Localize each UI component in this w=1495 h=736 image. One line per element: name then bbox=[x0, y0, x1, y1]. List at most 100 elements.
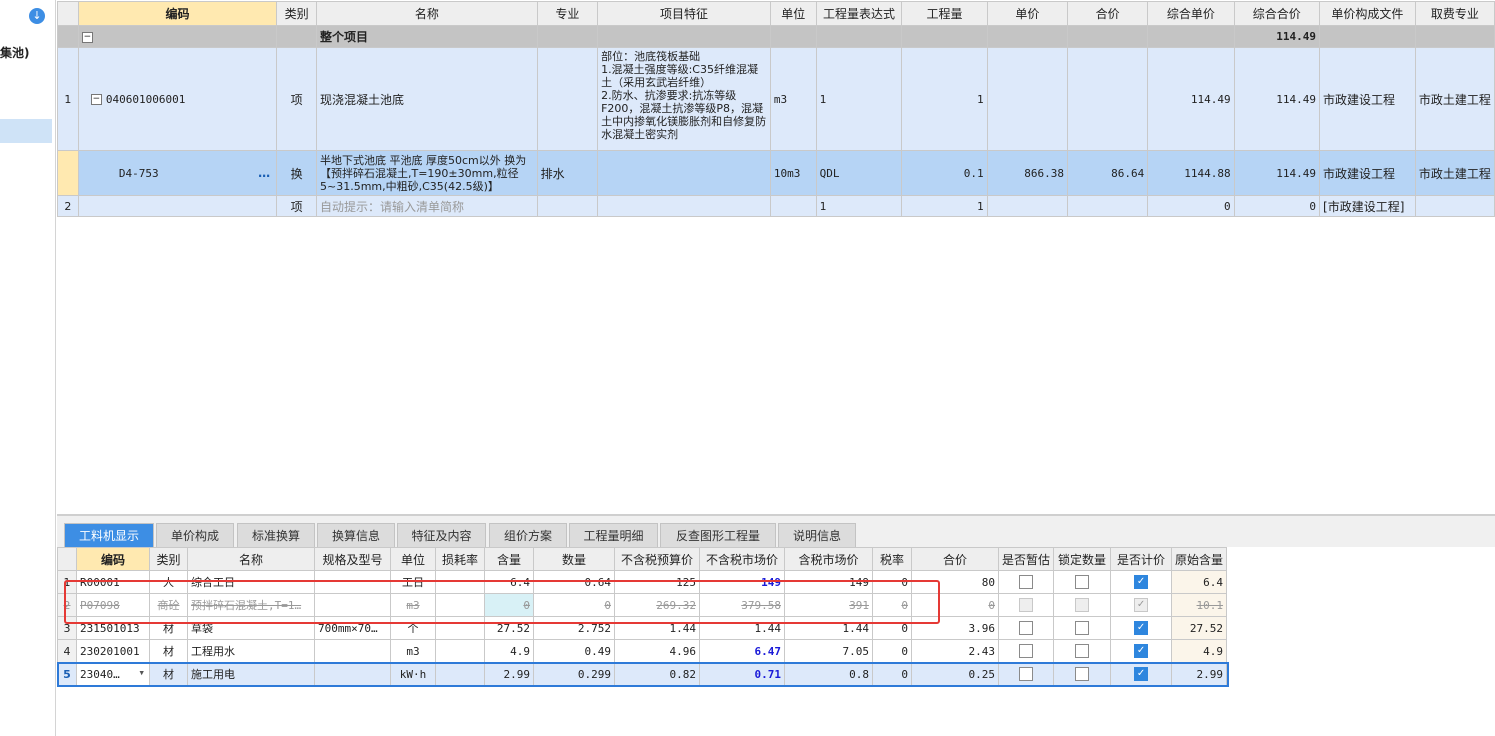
resource-tax-rate[interactable]: 0 bbox=[872, 639, 912, 663]
item-qty[interactable]: 1 bbox=[901, 47, 988, 151]
resource-spec[interactable] bbox=[314, 639, 391, 663]
bill-item-row[interactable]: 2 项 自动提示：请输入清单简称 1 1 0 0 [市政建设工程] bbox=[57, 195, 1495, 217]
resource-code[interactable]: 23040… ▾ bbox=[76, 662, 150, 686]
quota-sub-row[interactable]: D4-753 … 换 半地下式池底 平池底 厚度50cm以外 换为【预拌碎石混凝… bbox=[57, 150, 1495, 196]
col-header-budget-price[interactable]: 不含税预算价 bbox=[614, 547, 700, 571]
lock-qty-checkbox[interactable] bbox=[1075, 598, 1090, 612]
quota-price[interactable]: 866.38 bbox=[986, 150, 1069, 196]
priced-checkbox[interactable]: ✓ bbox=[1134, 667, 1149, 681]
new-item-features[interactable] bbox=[597, 195, 771, 217]
new-item-major[interactable] bbox=[536, 195, 599, 217]
col-header-original-content[interactable]: 原始含量 bbox=[1171, 547, 1228, 571]
lock-qty-checkbox[interactable] bbox=[1075, 667, 1090, 681]
col-header-lock-qty[interactable]: 锁定数量 bbox=[1053, 547, 1112, 571]
tab-description-info[interactable]: 说明信息 bbox=[778, 523, 856, 548]
resource-market-price[interactable]: 0.71 bbox=[699, 662, 785, 686]
col-header-composite-total[interactable]: 综合合价 bbox=[1233, 1, 1321, 26]
resource-type[interactable]: 材 bbox=[149, 639, 188, 663]
download-icon[interactable]: ↓ bbox=[29, 8, 45, 24]
col-header-price-file[interactable]: 单价构成文件 bbox=[1319, 1, 1416, 26]
tab-quantity-detail[interactable]: 工程量明细 bbox=[569, 523, 658, 548]
new-item-type[interactable]: 项 bbox=[276, 195, 317, 217]
col-header-qty[interactable]: 工程量 bbox=[901, 1, 988, 26]
item-name[interactable]: 现浇混凝土池底 bbox=[316, 47, 538, 151]
project-name[interactable]: 整个项目 bbox=[316, 25, 538, 48]
provisional-checkbox[interactable] bbox=[1019, 598, 1033, 612]
resource-code[interactable]: 230201001 bbox=[76, 639, 150, 663]
col-header-composite-price[interactable]: 综合单价 bbox=[1147, 1, 1235, 26]
resource-row[interactable]: 5 23040… ▾ 材施工用电 kW·h 2.99 0.299 0.82 0.71 0.8 0 0.… bbox=[57, 662, 1228, 686]
quota-qty[interactable]: 0.1 bbox=[901, 150, 988, 196]
col-header-type[interactable]: 类别 bbox=[149, 547, 188, 571]
col-header-expr[interactable]: 工程量表达式 bbox=[815, 1, 903, 26]
item-type[interactable]: 项 bbox=[276, 47, 317, 151]
resource-unit[interactable]: kW·h bbox=[390, 662, 436, 686]
new-item-price[interactable] bbox=[986, 195, 1069, 217]
resource-content[interactable]: 2.99 bbox=[484, 662, 534, 686]
col-header-code[interactable]: 编码 bbox=[76, 547, 150, 571]
quota-major[interactable]: 排水 bbox=[536, 150, 599, 196]
resource-tax-rate[interactable]: 0 bbox=[872, 662, 912, 686]
tab-standard-conversion[interactable]: 标准换算 bbox=[237, 523, 315, 548]
new-item-price-file[interactable]: [市政建设工程] bbox=[1319, 195, 1416, 217]
item-code-cell[interactable]: −040601006001 bbox=[77, 47, 278, 151]
quota-expr[interactable]: QDL bbox=[815, 150, 903, 196]
col-header-name[interactable]: 名称 bbox=[187, 547, 315, 571]
lock-qty-checkbox[interactable] bbox=[1075, 575, 1090, 589]
project-row[interactable]: − 整个项目 114.49 bbox=[57, 25, 1495, 48]
tab-reverse-graphic-quantity[interactable]: 反查图形工程量 bbox=[660, 523, 776, 548]
resource-loss-rate[interactable] bbox=[435, 662, 485, 686]
col-header-priced[interactable]: 是否计价 bbox=[1110, 547, 1173, 571]
resource-row[interactable]: 4 230201001 材工程用水 m3 4.9 0.49 4.96 6.47 7.05 0 2.4… bbox=[57, 639, 1228, 663]
sidebar-tree-label[interactable]: 集池) bbox=[0, 44, 30, 61]
resource-name[interactable]: 工程用水 bbox=[187, 639, 315, 663]
resource-total[interactable]: 2.43 bbox=[911, 639, 999, 663]
col-header-name[interactable]: 名称 bbox=[316, 1, 538, 26]
col-header-fee-major[interactable]: 取费专业 bbox=[1414, 1, 1495, 26]
provisional-checkbox[interactable] bbox=[1019, 644, 1033, 658]
resource-code-input[interactable]: 23040… bbox=[80, 668, 120, 681]
quota-name[interactable]: 半地下式池底 平池底 厚度50cm以外 换为【预拌碎石混凝土,T=190±30m… bbox=[316, 150, 538, 196]
new-item-unit[interactable] bbox=[769, 195, 817, 217]
resource-qty[interactable]: 0.299 bbox=[533, 662, 615, 686]
col-header-loss[interactable]: 损耗率 bbox=[435, 547, 485, 571]
resource-qty[interactable]: 0.49 bbox=[533, 639, 615, 663]
new-item-expr[interactable]: 1 bbox=[815, 195, 903, 217]
more-options-icon[interactable]: … bbox=[258, 166, 270, 180]
provisional-checkbox[interactable] bbox=[1019, 575, 1033, 589]
new-item-fee-major[interactable] bbox=[1414, 195, 1495, 217]
tab-unit-price-composition[interactable]: 单价构成 bbox=[156, 523, 234, 548]
item-price-file[interactable]: 市政建设工程 bbox=[1319, 47, 1416, 151]
quota-fee-major[interactable]: 市政土建工程 bbox=[1414, 150, 1495, 196]
resource-market-price-tax[interactable]: 7.05 bbox=[784, 639, 873, 663]
col-header-type[interactable]: 类别 bbox=[276, 1, 317, 26]
resource-unit[interactable]: m3 bbox=[390, 639, 436, 663]
col-header-total[interactable]: 合价 bbox=[911, 547, 999, 571]
item-price[interactable] bbox=[986, 47, 1069, 151]
item-major[interactable] bbox=[536, 47, 599, 151]
col-header-price[interactable]: 单价 bbox=[986, 1, 1069, 26]
col-header-unit[interactable]: 单位 bbox=[769, 1, 817, 26]
resource-name[interactable]: 施工用电 bbox=[187, 662, 315, 686]
collapse-icon[interactable]: − bbox=[90, 94, 102, 105]
col-header-content[interactable]: 含量 bbox=[484, 547, 534, 571]
tab-pricing-plan[interactable]: 组价方案 bbox=[489, 523, 567, 548]
resource-market-price[interactable]: 6.47 bbox=[699, 639, 785, 663]
sidebar-selected-item[interactable] bbox=[0, 119, 52, 143]
resource-content[interactable]: 4.9 bbox=[484, 639, 534, 663]
new-item-code[interactable] bbox=[77, 195, 278, 217]
quota-price-file[interactable]: 市政建设工程 bbox=[1319, 150, 1416, 196]
resource-total[interactable]: 0.25 bbox=[911, 662, 999, 686]
new-item-name-hint[interactable]: 自动提示：请输入清单简称 bbox=[316, 195, 538, 217]
col-header-qty[interactable]: 数量 bbox=[533, 547, 615, 571]
col-header-code[interactable]: 编码 bbox=[77, 1, 278, 26]
resource-loss-rate[interactable] bbox=[435, 639, 485, 663]
col-header-unit[interactable]: 单位 bbox=[390, 547, 436, 571]
col-header-market-price-tax[interactable]: 含税市场价 bbox=[784, 547, 873, 571]
resource-market-price-tax[interactable]: 0.8 bbox=[784, 662, 873, 686]
resource-spec[interactable] bbox=[314, 662, 391, 686]
provisional-checkbox[interactable] bbox=[1019, 621, 1033, 635]
item-features[interactable]: 部位：池底筏板基础 1.混凝土强度等级:C35纤维混凝土（采用玄武岩纤维） 2.… bbox=[597, 47, 771, 151]
quota-code-cell[interactable]: D4-753 … bbox=[77, 150, 278, 196]
provisional-checkbox[interactable] bbox=[1019, 667, 1033, 681]
